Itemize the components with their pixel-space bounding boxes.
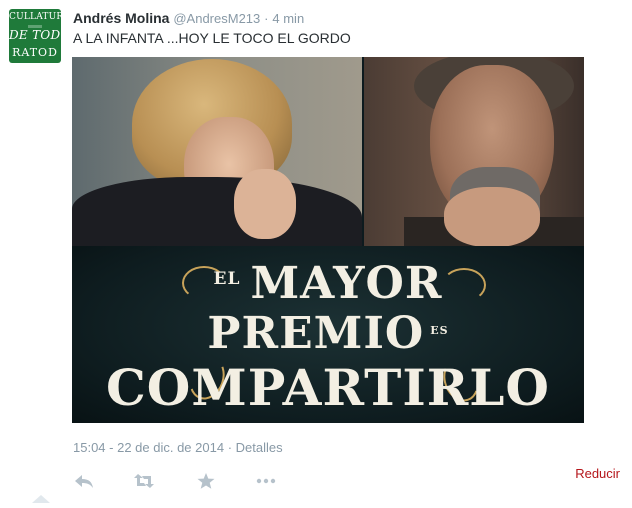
photo-coat (72, 177, 362, 246)
author-handle[interactable]: @AndresM213 (173, 11, 260, 26)
author-name[interactable]: Andrés Molina (73, 10, 169, 26)
poster-word-el: EL (213, 269, 241, 289)
avatar[interactable]: CULLATURA DE TODO RATOD (9, 9, 61, 63)
collapse-link[interactable]: Reducir (575, 466, 620, 481)
meta-separator: · (227, 440, 233, 455)
photo-crying-man (364, 57, 584, 246)
tweet-age[interactable]: 4 min (272, 11, 304, 26)
more-icon[interactable] (255, 472, 277, 490)
tweet-text: A LA INFANTA ...HOY LE TOCO EL GORDO (73, 30, 351, 46)
caret-up-icon (30, 490, 52, 503)
avatar-text-line-2: DE TODO (9, 28, 61, 42)
poster-word-mayor: MAYOR (250, 258, 443, 309)
poster-line-2: PREMIO ES (72, 308, 584, 359)
tweet-timestamp[interactable]: 15:04 - 22 de dic. de 2014 (73, 440, 224, 455)
poster-line-1: EL MAYOR (72, 258, 584, 309)
tweet-header: Andrés Molina @AndresM213 · 4 min (73, 10, 304, 26)
tweet-media[interactable]: EL MAYOR PREMIO ES COMPARTIRLO (72, 57, 584, 423)
reply-icon[interactable] (73, 472, 95, 490)
avatar-text-line-1: CULLATURA (9, 12, 61, 22)
retweet-icon[interactable] (133, 472, 155, 490)
poster-line-3: COMPARTIRLO (106, 358, 550, 417)
poster-word-es: ES (430, 324, 449, 337)
favorite-icon[interactable] (195, 472, 217, 490)
photo-hand (444, 187, 540, 246)
photo-hand (234, 169, 296, 239)
header-separator: · (264, 11, 269, 26)
poster-banner: EL MAYOR PREMIO ES COMPARTIRLO (72, 246, 584, 423)
tweet-meta: 15:04 - 22 de dic. de 2014 · Detalles (73, 440, 283, 455)
photo-crying-woman (72, 57, 362, 246)
poster-word-premio: PREMIO (207, 308, 425, 359)
avatar-text-line-3: RATOD (12, 46, 58, 59)
details-link[interactable]: Detalles (236, 440, 283, 455)
